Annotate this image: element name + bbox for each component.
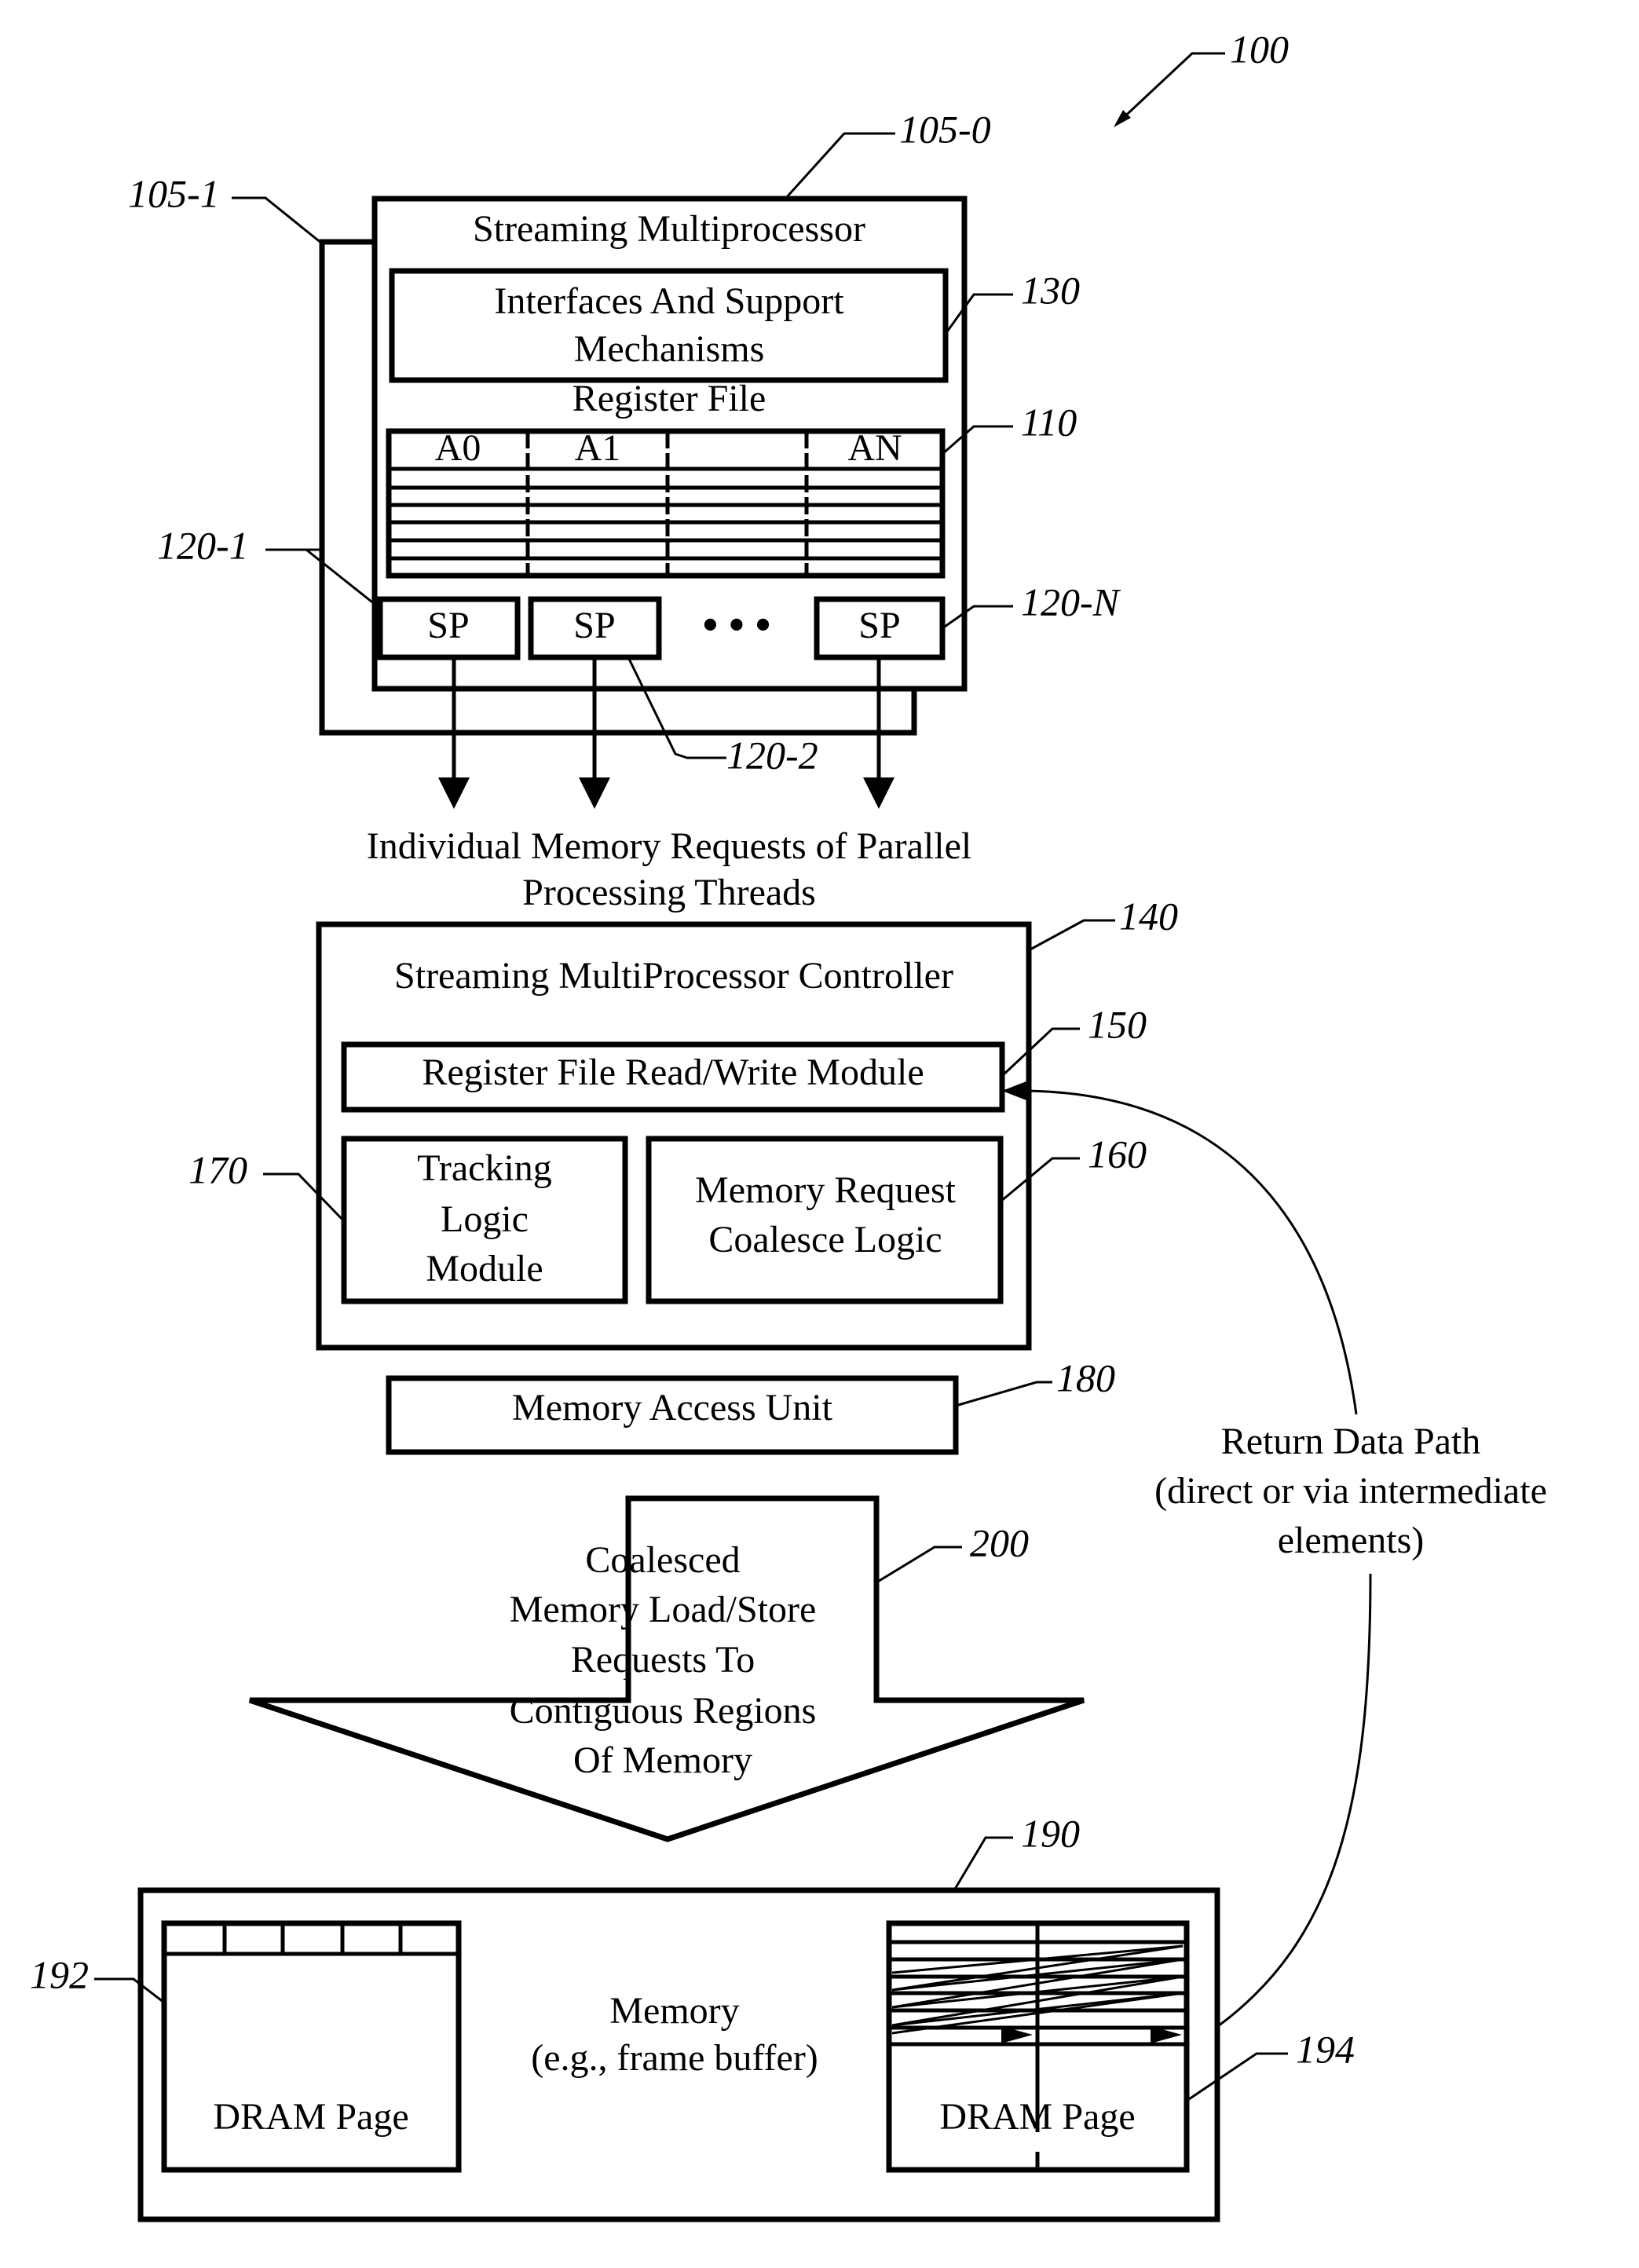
sm-back-leader <box>232 196 323 245</box>
return-path-lower-curve <box>1217 1573 1372 2028</box>
mau-leader <box>955 1381 1052 1407</box>
register-file-ref: 110 <box>1021 400 1077 444</box>
coalesced-label-line4: Contiguous Regions <box>510 1690 817 1732</box>
sp-1-ref: 120-1 <box>157 523 249 567</box>
coalesced-ref: 200 <box>970 1520 1029 1564</box>
memory-access-unit: Memory Access Unit 180 <box>386 1355 1115 1455</box>
interfaces-label-line1: Interfaces And Support <box>494 280 844 322</box>
dram-right-ref: 194 <box>1296 2027 1355 2071</box>
tracking-label-line2: Logic <box>441 1198 529 1240</box>
register-column-a1: A1 <box>575 427 621 469</box>
coalesced-label-line1: Coalesced <box>585 1539 740 1581</box>
figure-ref-leader <box>1118 52 1225 123</box>
register-column-an: AN <box>847 427 902 469</box>
sp-1-label: SP <box>427 605 469 646</box>
arrow-down-icon <box>438 777 470 809</box>
sp-2-ref: 120-2 <box>726 733 818 777</box>
coalesced-requests-arrow: Coalesced Memory Load/Store Requests To … <box>248 1495 1085 1842</box>
controller-ref: 140 <box>1119 894 1178 938</box>
requests-caption-line2: Processing Threads <box>522 872 816 913</box>
sp-ellipsis: • • • <box>703 601 771 649</box>
rw-module-ref: 150 <box>1088 1002 1147 1046</box>
return-data-path: Return Data Path (direct or via intermed… <box>1002 1080 1547 2028</box>
register-file-table: A0 A1 AN <box>386 427 946 579</box>
coalesced-label-line5: Of Memory <box>573 1739 752 1781</box>
controller-title: Streaming MultiProcessor Controller <box>394 955 953 997</box>
sp-n-ref: 120-N <box>1021 580 1121 624</box>
tracking-label-line1: Tracking <box>417 1147 552 1189</box>
coalesce-label-line2: Coalesce Logic <box>708 1219 942 1260</box>
sm-controller: 140 Streaming MultiProcessor Controller … <box>188 894 1178 1351</box>
register-column-a0: A0 <box>435 427 481 469</box>
controller-leader <box>1028 919 1115 952</box>
tracking-label-line3: Module <box>426 1248 543 1289</box>
rw-module-label: Register File Read/Write Module <box>422 1052 924 1093</box>
memory-label-line1: Memory <box>609 1990 739 2032</box>
register-file-title: Register File <box>573 378 766 419</box>
return-path-label-line1: Return Data Path <box>1221 1421 1481 1462</box>
dram-left-label: DRAM Page <box>213 2096 408 2138</box>
memory: 190 Memory (e.g., frame buffer) DRAM Pag… <box>30 1811 1355 2222</box>
arrow-down-icon <box>579 777 610 809</box>
memory-label-line2: (e.g., frame buffer) <box>531 2037 818 2079</box>
diagram-svg: 100 105-1 105-0 Streaming Multiprocessor… <box>30 27 1547 2222</box>
memory-ref: 190 <box>1021 1811 1080 1855</box>
return-path-label-line3: elements) <box>1278 1520 1425 1561</box>
sp-2-label: SP <box>573 605 615 646</box>
coalesced-label-line3: Requests To <box>571 1639 755 1681</box>
interfaces-label-line2: Mechanisms <box>574 328 765 370</box>
coalesced-leader <box>876 1546 962 1584</box>
sm-back-ref: 105-1 <box>128 171 220 215</box>
coalesce-ref: 160 <box>1088 1132 1147 1176</box>
coalesced-label-line2: Memory Load/Store <box>510 1589 817 1630</box>
patent-figure: 100 105-1 105-0 Streaming Multiprocessor… <box>0 0 1639 2268</box>
dram-right-label: DRAM Page <box>939 2096 1135 2138</box>
coalesce-label-line1: Memory Request <box>695 1169 957 1211</box>
memory-leader <box>953 1836 1013 1891</box>
streaming-multiprocessor: 105-0 Streaming Multiprocessor Interface… <box>157 107 1121 777</box>
mau-label: Memory Access Unit <box>512 1387 833 1428</box>
dram-left-ref: 192 <box>30 1952 89 1996</box>
mau-ref: 180 <box>1056 1355 1115 1399</box>
dram-page-left: DRAM Page 192 <box>30 1920 462 2173</box>
sm-front-ref: 105-0 <box>899 107 991 151</box>
sp-n-label: SP <box>858 605 900 646</box>
return-path-label-line2: (direct or via intermediate <box>1154 1470 1547 1512</box>
arrow-down-icon <box>863 777 894 809</box>
tracking-ref: 170 <box>188 1147 247 1191</box>
sm-front-leader <box>784 132 895 200</box>
figure-ref-label: 100 <box>1230 27 1289 71</box>
figure-ref-100: 100 <box>1114 27 1289 127</box>
interfaces-ref: 130 <box>1021 268 1080 312</box>
requests-caption-line1: Individual Memory Requests of Parallel <box>367 825 972 867</box>
sm-title: Streaming Multiprocessor <box>473 208 865 250</box>
